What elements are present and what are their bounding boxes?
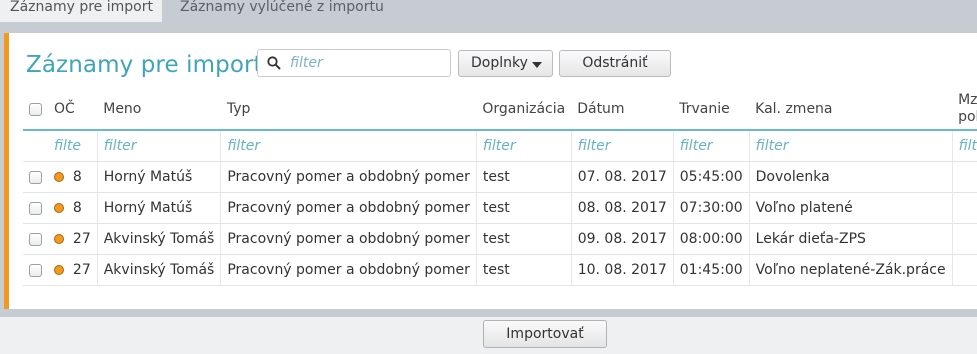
tab-zaznamy-vylucene[interactable]: Záznamy vylúčené z importu <box>180 0 384 22</box>
oc-value: 8 <box>72 200 82 216</box>
search-box[interactable] <box>257 49 451 77</box>
table-row[interactable]: 27 Akvinský Tomáš Pracovný pomer a obdob… <box>23 254 977 286</box>
filter-organizacia[interactable]: filter <box>475 130 572 162</box>
header-oc[interactable]: OČ <box>48 89 98 131</box>
cell-kal-zmena: Voľno platené <box>748 192 953 224</box>
oc-value: 27 <box>72 262 91 278</box>
tab-zaznamy-pre-import[interactable]: Záznamy pre import <box>0 0 162 22</box>
filter-datum[interactable]: filter <box>570 130 674 162</box>
panel-bottom-edge <box>0 309 977 317</box>
select-all-cell <box>23 89 48 131</box>
doplnky-button[interactable]: Doplnky <box>458 50 553 77</box>
status-dot-icon <box>54 203 64 213</box>
cell-meno: Horný Matúš <box>96 192 221 224</box>
search-input[interactable] <box>290 53 440 73</box>
cell-trvanie: 08:00:00 <box>672 223 750 255</box>
filter-meno[interactable]: filter <box>96 130 221 162</box>
cell-datum: 08. 08. 2017 <box>570 192 674 224</box>
cell-oc: 27 <box>48 254 98 286</box>
doplnky-label: Doplnky <box>471 55 528 71</box>
header-datum[interactable]: Dátum <box>571 89 674 131</box>
search-icon <box>267 56 281 70</box>
table-row[interactable]: 27 Akvinský Tomáš Pracovný pomer a obdob… <box>23 223 977 255</box>
table-header-row: OČ Meno Typ Organizácia Dátum Trvanie Ka… <box>23 89 977 131</box>
cell-organizacia: test <box>475 192 572 224</box>
cell-oc: 8 <box>48 161 98 193</box>
cell-mzd-polozka <box>951 223 977 255</box>
page-title: Záznamy pre import <box>26 52 263 78</box>
odstranit-button[interactable]: Odstrániť <box>559 50 671 77</box>
oc-value: 27 <box>72 231 91 247</box>
header-mzd-polozka[interactable]: Mzd. položka <box>952 89 977 131</box>
cell-typ: Pracovný pomer a obdobný pomer <box>220 223 477 255</box>
status-dot-icon <box>54 234 64 244</box>
row-checkbox[interactable] <box>29 232 42 246</box>
select-all-checkbox[interactable] <box>29 102 42 116</box>
header-trvanie[interactable]: Trvanie <box>673 89 750 131</box>
cell-organizacia: test <box>475 223 572 255</box>
row-checkbox-cell <box>23 254 48 286</box>
cell-meno: Horný Matúš <box>96 161 221 193</box>
cell-organizacia: test <box>475 161 572 193</box>
cell-organizacia: test <box>475 254 572 286</box>
header-mzd-line2: položka <box>958 109 977 125</box>
cell-kal-zmena: Voľno neplatené-Zák.práce <box>748 254 953 286</box>
tab-bar: Záznamy pre import Záznamy vylúčené z im… <box>0 0 977 22</box>
table-row[interactable]: 8 Horný Matúš Pracovný pomer a obdobný p… <box>23 161 977 193</box>
row-checkbox[interactable] <box>29 263 42 277</box>
filter-empty-cell <box>23 130 48 162</box>
cell-mzd-polozka <box>951 254 977 286</box>
cell-datum: 07. 08. 2017 <box>570 161 674 193</box>
cell-mzd-polozka <box>951 192 977 224</box>
table-row[interactable]: 8 Horný Matúš Pracovný pomer a obdobný p… <box>23 192 977 224</box>
header-typ[interactable]: Typ <box>220 89 477 131</box>
cell-meno: Akvinský Tomáš <box>96 223 221 255</box>
filter-row: filte filter filter filter filter filter… <box>23 130 977 162</box>
oc-value: 8 <box>72 169 82 185</box>
cell-datum: 09. 08. 2017 <box>570 223 674 255</box>
header-mzd-line1: Mzd. <box>958 92 977 108</box>
filter-typ[interactable]: filter <box>220 130 477 162</box>
row-checkbox-cell <box>23 161 48 193</box>
cell-kal-zmena: Lekár dieťa-ZPS <box>748 223 953 255</box>
main-panel: Záznamy pre import Doplnky Odstrániť OČ … <box>4 33 977 309</box>
chevron-down-icon <box>532 62 542 68</box>
cell-kal-zmena: Dovolenka <box>748 161 953 193</box>
row-checkbox-cell <box>23 192 48 224</box>
filter-kal-zmena[interactable]: filter <box>748 130 953 162</box>
header-meno[interactable]: Meno <box>97 89 221 131</box>
cell-trvanie: 01:45:00 <box>672 254 750 286</box>
cell-typ: Pracovný pomer a obdobný pomer <box>220 254 477 286</box>
cell-meno: Akvinský Tomáš <box>96 254 221 286</box>
cell-datum: 10. 08. 2017 <box>570 254 674 286</box>
cell-trvanie: 05:45:00 <box>672 161 750 193</box>
header-kal-zmena[interactable]: Kal. zmena <box>749 89 953 131</box>
cell-typ: Pracovný pomer a obdobný pomer <box>220 192 477 224</box>
filter-trvanie[interactable]: filter <box>672 130 750 162</box>
header-organizacia[interactable]: Organizácia <box>476 89 572 131</box>
cell-oc: 8 <box>48 192 98 224</box>
status-dot-icon <box>54 172 64 182</box>
row-checkbox[interactable] <box>29 170 42 184</box>
import-button[interactable]: Importovať <box>483 320 607 348</box>
row-checkbox-cell <box>23 223 48 255</box>
cell-typ: Pracovný pomer a obdobný pomer <box>220 161 477 193</box>
filter-mzd-polozka[interactable]: filter <box>951 130 977 162</box>
row-checkbox[interactable] <box>29 201 42 215</box>
cell-oc: 27 <box>48 223 98 255</box>
records-table: OČ Meno Typ Organizácia Dátum Trvanie Ka… <box>23 89 977 286</box>
cell-mzd-polozka <box>951 161 977 193</box>
filter-oc[interactable]: filte <box>48 130 98 162</box>
cell-trvanie: 07:30:00 <box>672 192 750 224</box>
status-dot-icon <box>54 265 64 275</box>
